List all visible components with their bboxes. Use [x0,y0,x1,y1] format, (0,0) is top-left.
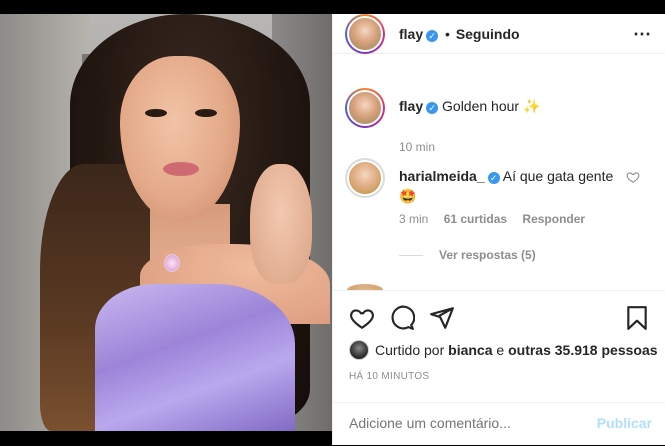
comment-meta: 3 min 61 curtidas Responder [399,212,586,226]
comment-like-icon[interactable] [626,170,640,184]
verified-badge-icon: ✓ [487,172,500,184]
caption-avatar[interactable] [345,88,385,128]
post-header: flay ✓ • Seguindo ⋯ [333,14,665,54]
caption-meta: 10 min [399,140,436,154]
author-row: flay ✓ • Seguindo [399,26,520,42]
caption-text: flay ✓ Golden hour ✨ [399,98,541,114]
comments-list[interactable]: flay ✓ Golden hour ✨ 10 min harialmeida_ ✓… [333,74,665,290]
share-icon[interactable] [429,305,455,331]
comment-text: harialmeida_ ✓ Aí que gata gente 🤩 [399,168,614,204]
bookmark-icon[interactable] [624,305,650,331]
top-letterbox [0,0,665,14]
post-photo[interactable] [0,14,332,431]
more-options-icon[interactable]: ⋯ [633,24,652,45]
post-actions: Curtido por bianca e outras 35.918 pesso… [333,290,665,445]
publish-button[interactable]: Publicar [597,415,652,431]
post-timestamp[interactable]: HÁ 10 MINUTOS [349,371,429,382]
star-struck-emoji-icon: 🤩 [399,188,417,204]
sparkles-icon: ✨ [522,98,541,114]
separator-dot: • [445,26,450,42]
comment-likes-count[interactable]: 61 curtidas [444,212,507,226]
instagram-post-window: flay ✓ • Seguindo ⋯ flay ✓ Golden hour ✨ 1… [0,0,665,445]
heart-icon[interactable] [349,305,375,331]
verified-badge-icon: ✓ [426,102,439,114]
author-avatar[interactable] [345,14,385,54]
author-username[interactable]: flay [399,26,423,42]
view-replies-button[interactable]: Ver respostas (5) [399,248,536,262]
comment-input[interactable] [349,415,569,431]
likes-count[interactable]: outras 35.918 pessoas [508,342,657,358]
verified-badge-icon: ✓ [426,30,439,42]
following-button[interactable]: Seguindo [456,26,520,42]
commenter-avatar[interactable] [345,158,385,198]
reply-button[interactable]: Responder [522,212,585,226]
liked-by-summary: Curtido por bianca e outras 35.918 pesso… [349,340,658,360]
liker-avatar[interactable] [349,340,369,360]
bottom-letterbox [0,431,332,445]
liker-username[interactable]: bianca [448,342,492,358]
add-comment-bar: Publicar [333,402,665,446]
post-side-panel: flay ✓ • Seguindo ⋯ flay ✓ Golden hour ✨ 1… [332,14,665,445]
comment-icon[interactable] [389,305,415,331]
